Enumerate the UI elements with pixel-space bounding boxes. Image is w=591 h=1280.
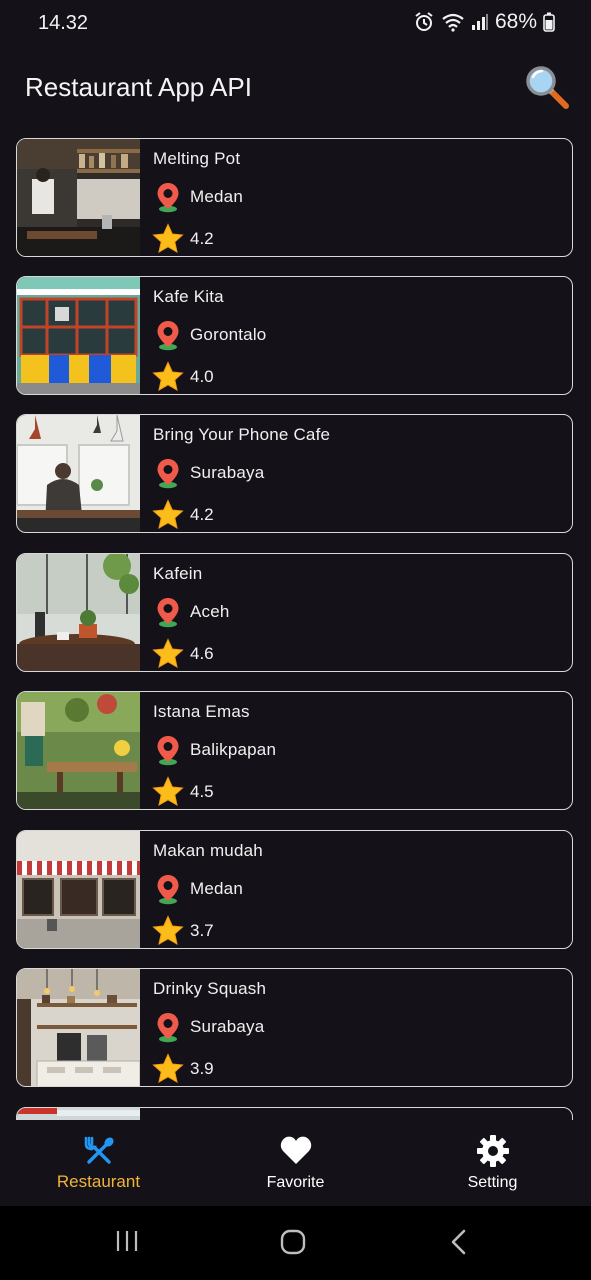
star-icon xyxy=(152,915,184,948)
battery-level: 68% xyxy=(494,10,537,33)
star-icon xyxy=(152,361,184,394)
restaurant-card[interactable]: Kafein Aceh 4.6 xyxy=(16,553,573,672)
search-icon xyxy=(526,66,569,109)
restaurant-name: Kafein xyxy=(153,564,203,583)
back-icon[interactable] xyxy=(448,1228,470,1261)
star-icon xyxy=(152,638,184,671)
location-pin-icon xyxy=(154,181,182,218)
nav-item-favorite[interactable]: Favorite xyxy=(197,1120,394,1206)
restaurant-card[interactable]: Melting Pot Medan 4.2 xyxy=(16,138,573,257)
restaurant-image xyxy=(17,831,140,948)
alarm-icon xyxy=(413,11,435,33)
restaurant-card[interactable]: Istana Emas Balikpapan 4.5 xyxy=(16,691,573,810)
app-bar: Restaurant App API xyxy=(0,48,591,128)
signal-icon xyxy=(471,13,489,31)
restaurant-name: Drinky Squash xyxy=(153,979,267,998)
nav-label: Favorite xyxy=(266,1174,325,1191)
restaurant-rating: 3.9 xyxy=(190,1059,214,1078)
nav-label: Setting xyxy=(467,1174,518,1191)
restaurant-card[interactable] xyxy=(16,1107,573,1120)
restaurant-city: Surabaya xyxy=(190,1017,265,1036)
location-pin-icon xyxy=(154,1011,182,1048)
location-pin-icon xyxy=(154,319,182,356)
restaurant-rating: 3.7 xyxy=(190,921,214,940)
star-icon xyxy=(152,1053,184,1086)
nav-label: Restaurant xyxy=(56,1172,141,1191)
location-pin-icon xyxy=(154,596,182,633)
restaurant-city: Aceh xyxy=(190,602,230,621)
restaurant-card[interactable]: Kafe Kita Gorontalo 4.0 xyxy=(16,276,573,395)
restaurant-city: Balikpapan xyxy=(190,740,277,759)
restaurant-rating: 4.6 xyxy=(190,644,214,663)
home-icon[interactable] xyxy=(279,1228,307,1261)
wifi-icon xyxy=(441,12,465,32)
system-navigation-bar xyxy=(0,1206,591,1280)
restaurant-card[interactable]: Bring Your Phone Cafe Surabaya 4.2 xyxy=(16,414,573,533)
location-pin-icon xyxy=(154,457,182,494)
star-icon xyxy=(152,223,184,256)
restaurant-card[interactable]: Makan mudah Medan 3.7 xyxy=(16,830,573,949)
restaurant-name: Kafe Kita xyxy=(153,287,224,306)
battery-icon xyxy=(543,12,555,32)
restaurant-image xyxy=(17,277,140,394)
restaurant-image xyxy=(17,415,140,532)
search-button[interactable] xyxy=(524,64,572,112)
restaurant-rating: 4.5 xyxy=(190,782,214,801)
restaurant-rating: 4.2 xyxy=(190,229,214,248)
status-icons: 68% xyxy=(413,10,555,34)
restaurant-image xyxy=(17,139,140,256)
restaurant-image xyxy=(17,1108,140,1120)
gear-icon xyxy=(476,1134,510,1173)
recent-apps-icon[interactable] xyxy=(114,1228,140,1259)
restaurant-city: Gorontalo xyxy=(190,325,267,344)
restaurant-image xyxy=(17,692,140,809)
location-pin-icon xyxy=(154,873,182,910)
nav-item-setting[interactable]: Setting xyxy=(394,1120,591,1206)
bottom-navigation: Restaurant Favorite Setting xyxy=(0,1120,591,1206)
restaurant-card[interactable]: Drinky Squash Surabaya 3.9 xyxy=(16,968,573,1087)
star-icon xyxy=(152,776,184,809)
star-icon xyxy=(152,499,184,532)
restaurant-name: Istana Emas xyxy=(153,702,250,721)
page-title: Restaurant App API xyxy=(25,72,252,102)
restaurant-city: Medan xyxy=(190,879,243,898)
restaurant-rating: 4.2 xyxy=(190,505,214,524)
status-bar: 14.32 68% xyxy=(0,0,591,48)
restaurant-name: Makan mudah xyxy=(153,841,263,860)
heart-icon xyxy=(279,1134,313,1171)
fork-spoon-icon xyxy=(82,1134,116,1173)
restaurant-rating: 4.0 xyxy=(190,367,214,386)
restaurant-name: Melting Pot xyxy=(153,149,241,168)
status-time: 14.32 xyxy=(38,12,89,34)
restaurant-name: Bring Your Phone Cafe xyxy=(153,425,331,444)
location-pin-icon xyxy=(154,734,182,771)
restaurant-image xyxy=(17,554,140,671)
nav-item-restaurant[interactable]: Restaurant xyxy=(0,1120,197,1206)
restaurant-city: Medan xyxy=(190,187,243,206)
restaurant-list[interactable]: Melting Pot Medan 4.2 Kafe Kita Gorontal… xyxy=(0,126,591,1120)
restaurant-city: Surabaya xyxy=(190,463,265,482)
restaurant-image xyxy=(17,969,140,1086)
